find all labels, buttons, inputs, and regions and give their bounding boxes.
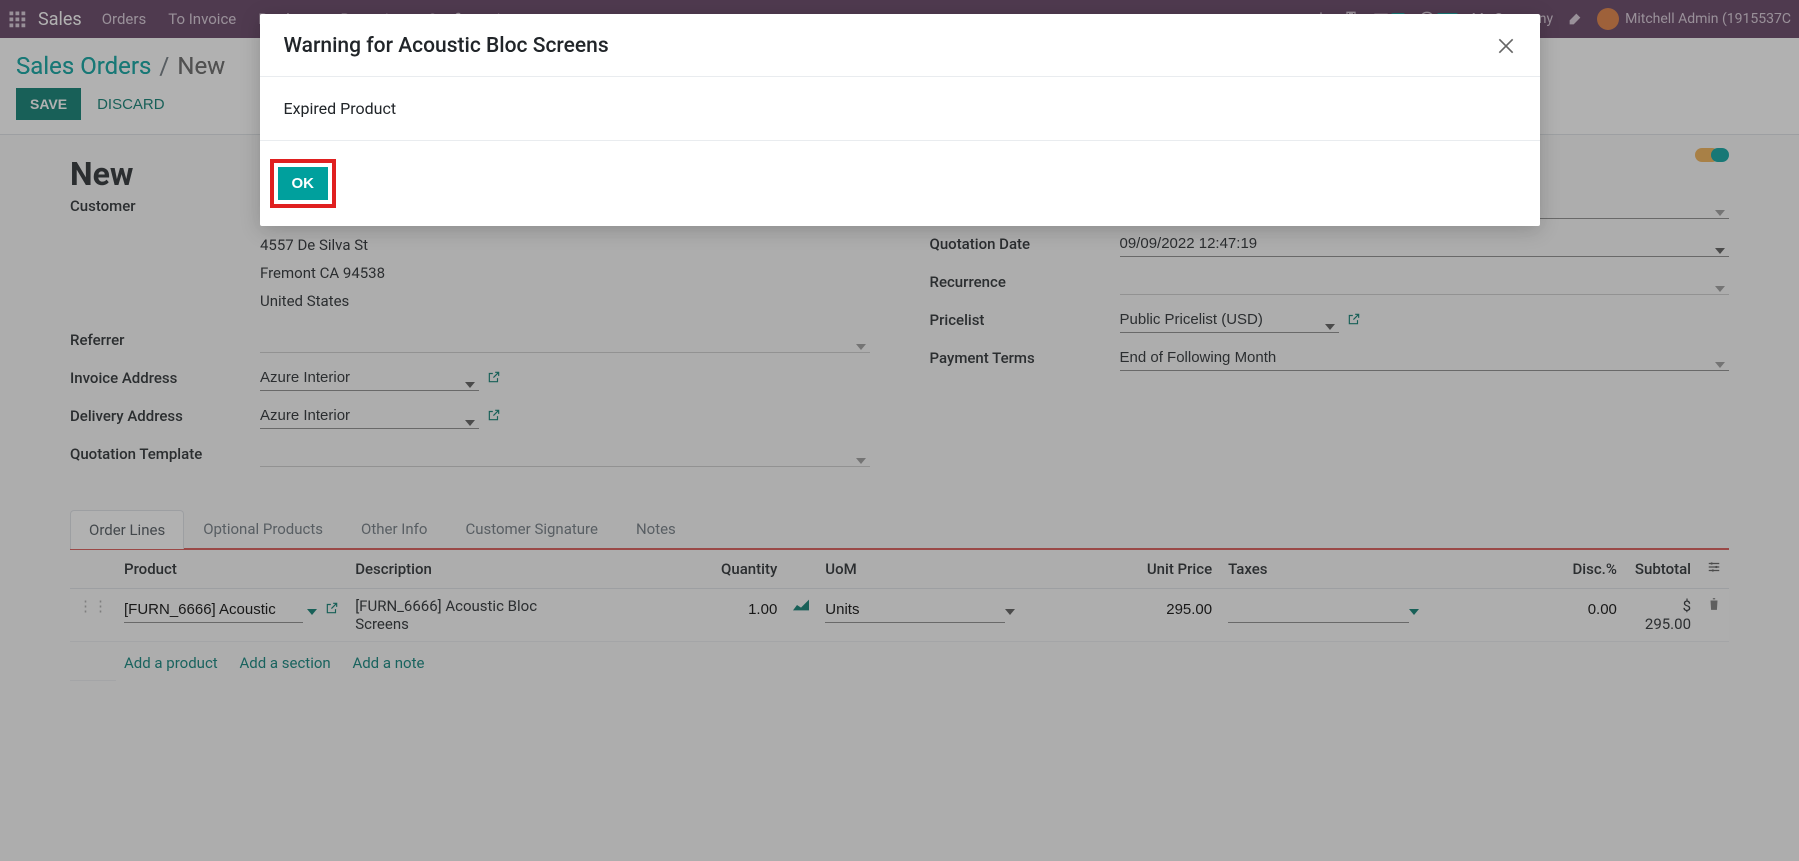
ok-highlight: OK: [270, 159, 337, 208]
warning-modal: Warning for Acoustic Bloc Screens Expire…: [260, 14, 1540, 226]
close-icon[interactable]: [1496, 36, 1516, 56]
modal-title: Warning for Acoustic Bloc Screens: [284, 34, 1496, 58]
ok-button[interactable]: OK: [278, 167, 329, 200]
modal-body: Expired Product: [260, 77, 1540, 141]
